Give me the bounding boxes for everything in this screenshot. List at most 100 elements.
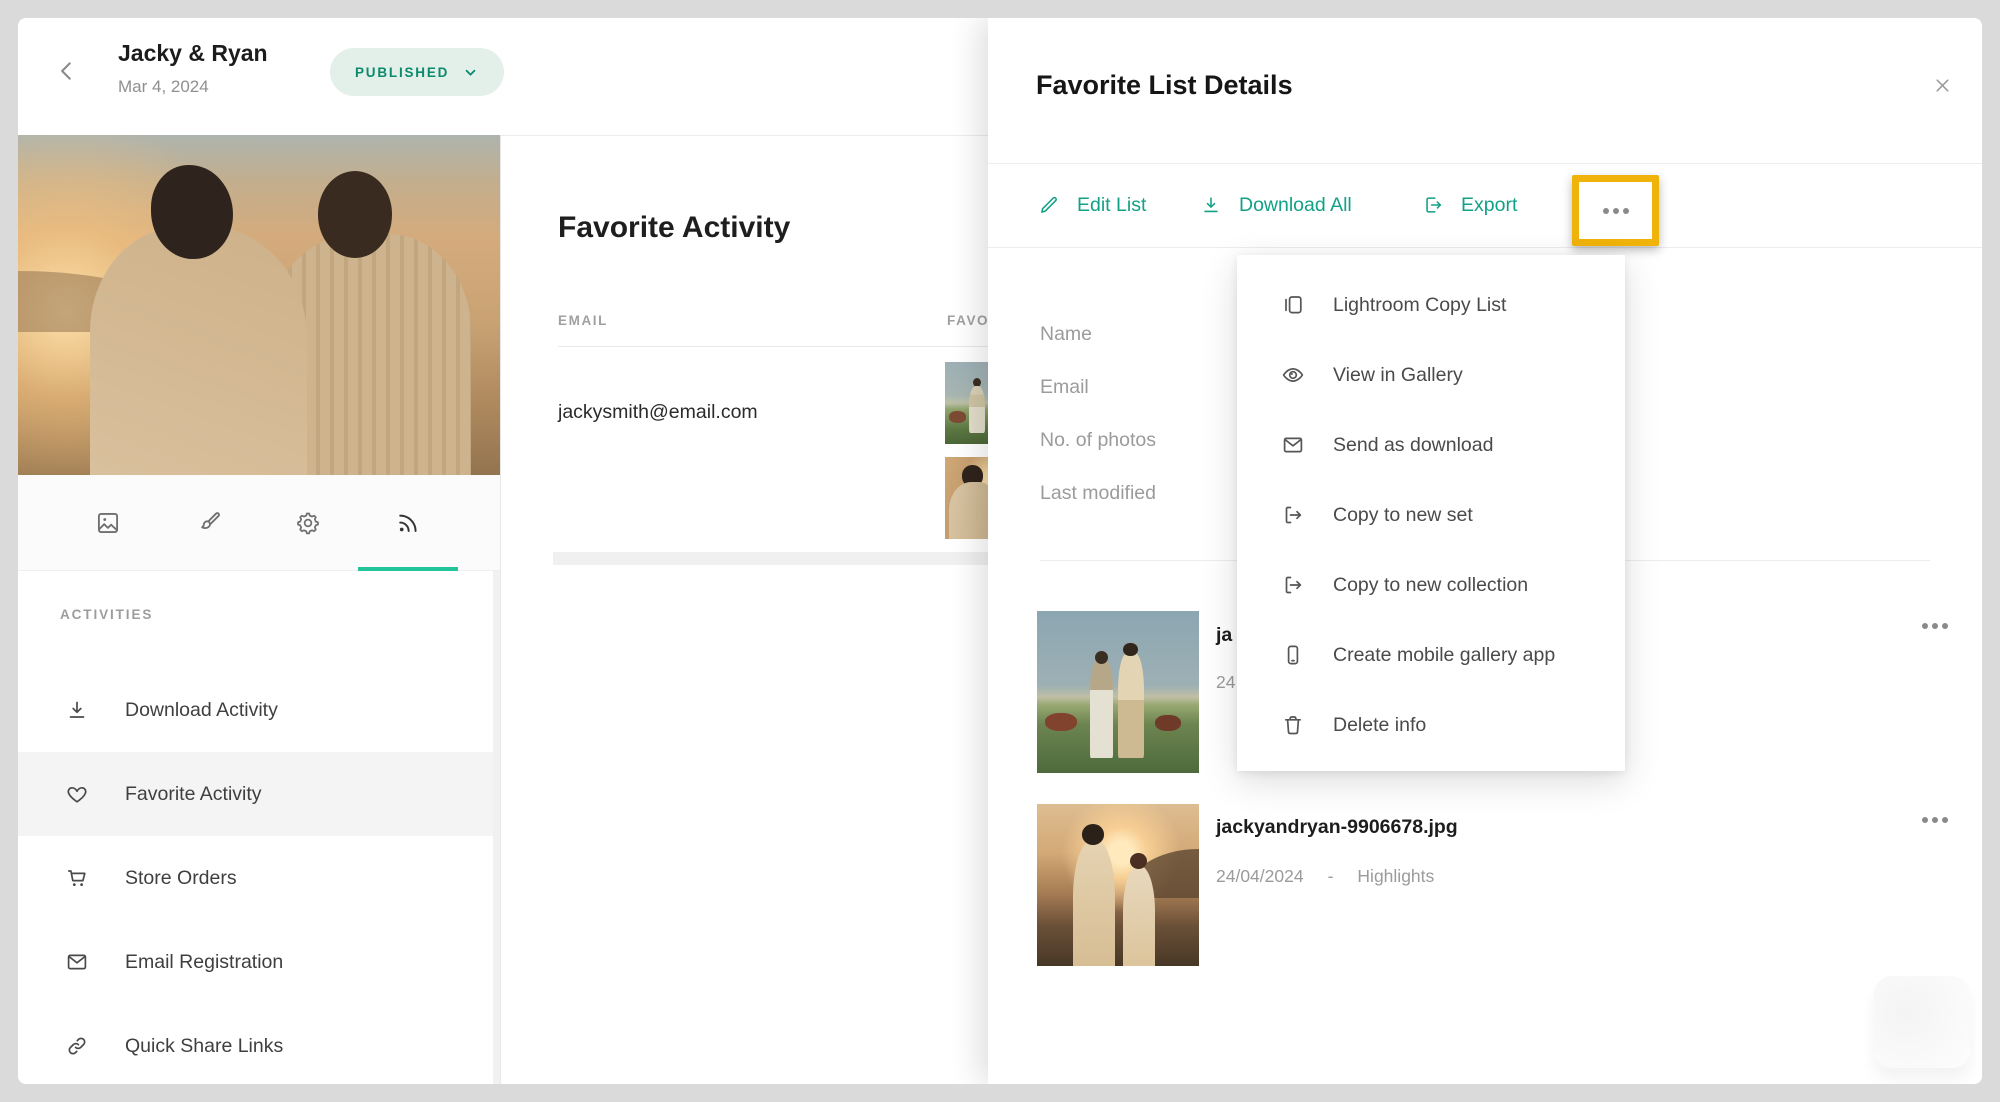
activities-section-label: ACTIVITIES xyxy=(60,607,500,622)
file-date-2: 24/04/2024 xyxy=(1216,866,1304,887)
help-widget[interactable] xyxy=(1874,976,1970,1068)
file-thumbnail-1[interactable] xyxy=(1037,611,1199,773)
cover-photo-person-left xyxy=(90,227,307,475)
export-label: Export xyxy=(1461,194,1517,217)
activity-feed-icon xyxy=(395,510,421,536)
mobile-icon xyxy=(1281,643,1305,667)
panel-divider-actions xyxy=(988,247,1982,248)
activities-nav: Download Activity Favorite Activity Stor… xyxy=(18,668,500,1084)
sidebar: ACTIVITIES Download Activity Favorite Ac… xyxy=(18,135,501,1084)
detail-label-name: Name xyxy=(1040,308,1092,361)
heart-icon xyxy=(65,782,89,806)
detail-label-no-of-photos: No. of photos xyxy=(1040,414,1156,467)
file-row-2-more-button[interactable] xyxy=(1922,817,1948,823)
more-options-button[interactable] xyxy=(1572,175,1659,246)
file-thumbnail-2[interactable] xyxy=(1037,804,1199,966)
column-header-email: EMAIL xyxy=(558,313,608,328)
pencil-icon xyxy=(1038,194,1060,216)
collection-header: Jacky & Ryan Mar 4, 2024 PUBLISHED xyxy=(18,18,1000,136)
thumbnail-cow xyxy=(1045,713,1077,731)
sidebar-item-label: Store Orders xyxy=(125,867,237,890)
file-name-1[interactable]: ja xyxy=(1216,624,1232,647)
panel-title: Favorite List Details xyxy=(1036,70,1293,101)
chevron-left-icon xyxy=(54,58,80,84)
collection-date: Mar 4, 2024 xyxy=(118,77,268,97)
menu-item-create-mobile-gallery-app[interactable]: Create mobile gallery app xyxy=(1237,620,1625,690)
menu-item-copy-to-new-collection[interactable]: Copy to new collection xyxy=(1237,550,1625,620)
published-status-badge[interactable]: PUBLISHED xyxy=(330,48,504,96)
file-meta-1: 24 xyxy=(1216,672,1235,693)
link-icon xyxy=(65,1034,89,1058)
copy-to-set-icon xyxy=(1281,503,1305,527)
thumbnail-cow xyxy=(1155,715,1181,731)
status-badge-label: PUBLISHED xyxy=(355,65,449,80)
thumbnail-person xyxy=(1118,653,1144,758)
file-tag-2: Highlights xyxy=(1357,866,1434,887)
thumbnail-person xyxy=(1090,661,1113,758)
file-meta-2: 24/04/2024 - Highlights xyxy=(1216,866,1434,887)
envelope-icon xyxy=(65,950,89,974)
edit-list-label: Edit List xyxy=(1077,194,1146,217)
eye-icon xyxy=(1281,363,1305,387)
menu-item-copy-to-new-set[interactable]: Copy to new set xyxy=(1237,480,1625,550)
collection-title: Jacky & Ryan xyxy=(118,40,268,68)
cart-icon xyxy=(65,866,89,890)
file-row-1-more-button[interactable] xyxy=(1922,623,1948,629)
menu-item-label: View in Gallery xyxy=(1333,364,1463,387)
tab-settings[interactable] xyxy=(258,475,358,570)
sidebar-item-label: Email Registration xyxy=(125,951,283,974)
file-name-2[interactable]: jackyandryan-9906678.jpg xyxy=(1216,816,1458,839)
menu-item-label: Lightroom Copy List xyxy=(1333,294,1506,317)
sidebar-item-quick-share-links[interactable]: Quick Share Links xyxy=(18,1004,500,1084)
detail-label-last-modified: Last modified xyxy=(1040,467,1156,520)
image-icon xyxy=(95,510,121,536)
tab-activity[interactable] xyxy=(358,475,458,570)
menu-item-label: Create mobile gallery app xyxy=(1333,644,1555,667)
download-all-button[interactable]: Download All xyxy=(1200,163,1352,247)
ellipsis-icon xyxy=(1922,817,1948,823)
menu-item-delete-info[interactable]: Delete info xyxy=(1237,690,1625,760)
sidebar-scrollbar[interactable] xyxy=(493,571,500,1084)
app-window: Jacky & Ryan Mar 4, 2024 PUBLISHED xyxy=(18,18,1982,1084)
sidebar-item-label: Download Activity xyxy=(125,699,278,722)
tab-design[interactable] xyxy=(158,475,258,570)
sidebar-item-label: Quick Share Links xyxy=(125,1035,283,1058)
table-header-divider xyxy=(558,346,1018,347)
thumbnail-cow xyxy=(949,411,966,422)
sidebar-item-label: Favorite Activity xyxy=(125,783,262,806)
copy-to-collection-icon xyxy=(1281,573,1305,597)
download-icon xyxy=(65,698,89,722)
table-row-email[interactable]: jackysmith@email.com xyxy=(558,401,758,424)
menu-item-lightroom-copy-list[interactable]: Lightroom Copy List xyxy=(1237,270,1625,340)
sidebar-tabs xyxy=(18,475,500,571)
menu-item-label: Copy to new set xyxy=(1333,504,1473,527)
horizontal-scrollbar[interactable] xyxy=(553,552,989,565)
more-options-dropdown: Lightroom Copy List View in Gallery Send… xyxy=(1237,255,1625,771)
gear-icon xyxy=(295,510,321,536)
edit-list-button[interactable]: Edit List xyxy=(1038,163,1146,247)
export-icon xyxy=(1422,194,1444,216)
brush-icon xyxy=(195,510,221,536)
download-all-label: Download All xyxy=(1239,194,1352,217)
close-icon[interactable] xyxy=(1931,74,1954,97)
copy-icon xyxy=(1281,293,1305,317)
chevron-down-icon xyxy=(462,64,479,81)
file-date-1: 24 xyxy=(1216,672,1235,693)
sidebar-item-favorite-activity[interactable]: Favorite Activity xyxy=(18,752,500,836)
collection-cover-photo xyxy=(18,135,500,475)
envelope-icon xyxy=(1281,433,1305,457)
back-button[interactable] xyxy=(54,58,80,84)
tab-photos[interactable] xyxy=(58,475,158,570)
detail-label-email: Email xyxy=(1040,361,1089,414)
menu-item-view-in-gallery[interactable]: View in Gallery xyxy=(1237,340,1625,410)
thumbnail-person xyxy=(1073,840,1115,966)
menu-item-label: Delete info xyxy=(1333,714,1426,737)
menu-item-send-as-download[interactable]: Send as download xyxy=(1237,410,1625,480)
export-button[interactable]: Export xyxy=(1422,163,1517,247)
sidebar-item-download-activity[interactable]: Download Activity xyxy=(18,668,500,752)
sidebar-item-email-registration[interactable]: Email Registration xyxy=(18,920,500,1004)
thumbnail-person xyxy=(1123,866,1155,966)
download-icon xyxy=(1200,194,1222,216)
sidebar-item-store-orders[interactable]: Store Orders xyxy=(18,836,500,920)
favorite-list-details-panel: Favorite List Details Edit List Download… xyxy=(988,18,1982,1084)
